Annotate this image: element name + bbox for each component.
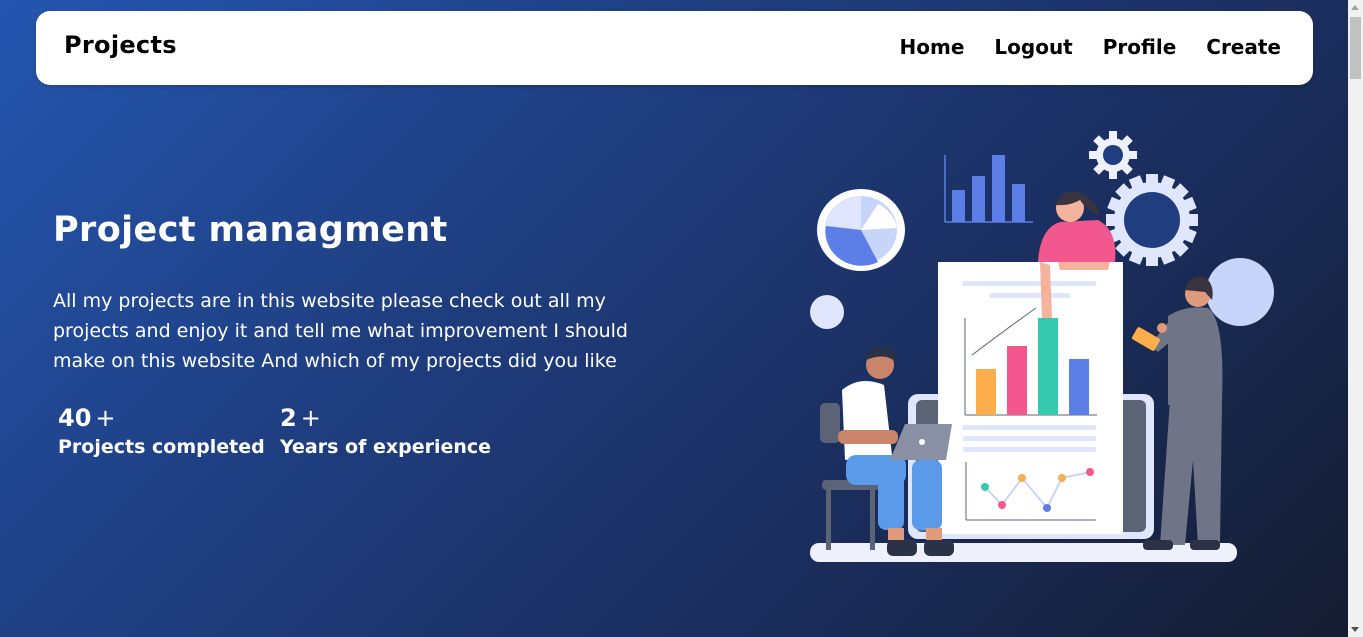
nav-create-link[interactable]: Create bbox=[1206, 35, 1281, 59]
hero-title: Project managment bbox=[53, 210, 448, 250]
nav-links: Home Logout Profile Create bbox=[900, 35, 1281, 59]
stat-experience-value: 2 bbox=[280, 404, 297, 432]
stat-experience-label: Years of experience bbox=[280, 436, 492, 458]
scroll-down-icon[interactable] bbox=[1351, 627, 1359, 632]
stat-projects-value: 40 bbox=[58, 404, 92, 432]
chart-bar-teal bbox=[1038, 318, 1058, 415]
hero-description: All my projects are in this website plea… bbox=[53, 290, 628, 372]
sitting-man-figure bbox=[838, 346, 954, 556]
large-gear-icon bbox=[1106, 174, 1198, 266]
bar-chart-icon bbox=[944, 155, 1033, 223]
scroll-up-icon[interactable] bbox=[1351, 5, 1359, 10]
decor-circle bbox=[810, 295, 844, 329]
pie-chart-icon bbox=[817, 189, 905, 271]
stat-projects-label: Projects completed bbox=[58, 436, 265, 458]
decor-circle-large bbox=[1206, 258, 1274, 326]
project-management-illustration bbox=[810, 131, 1274, 562]
stat-projects-plus: + bbox=[95, 404, 116, 432]
stat-projects: 40 + Projects completed bbox=[58, 404, 265, 458]
navbar: Projects Home Logout Profile Create bbox=[36, 11, 1313, 85]
stat-experience: 2 + Years of experience bbox=[280, 404, 491, 458]
brand-logo[interactable]: Projects bbox=[64, 31, 177, 59]
chart-bar-orange bbox=[976, 369, 996, 415]
scrollbar-thumb[interactable] bbox=[1350, 17, 1361, 79]
stat-experience-plus: + bbox=[300, 404, 321, 432]
chart-bar-pink bbox=[1007, 346, 1027, 415]
nav-home-link[interactable]: Home bbox=[900, 35, 965, 59]
chart-bar-blue bbox=[1069, 359, 1089, 415]
nav-logout-link[interactable]: Logout bbox=[994, 35, 1072, 59]
small-gear-icon bbox=[1089, 131, 1137, 179]
scrollbar[interactable] bbox=[1348, 0, 1363, 637]
nav-profile-link[interactable]: Profile bbox=[1103, 35, 1177, 59]
